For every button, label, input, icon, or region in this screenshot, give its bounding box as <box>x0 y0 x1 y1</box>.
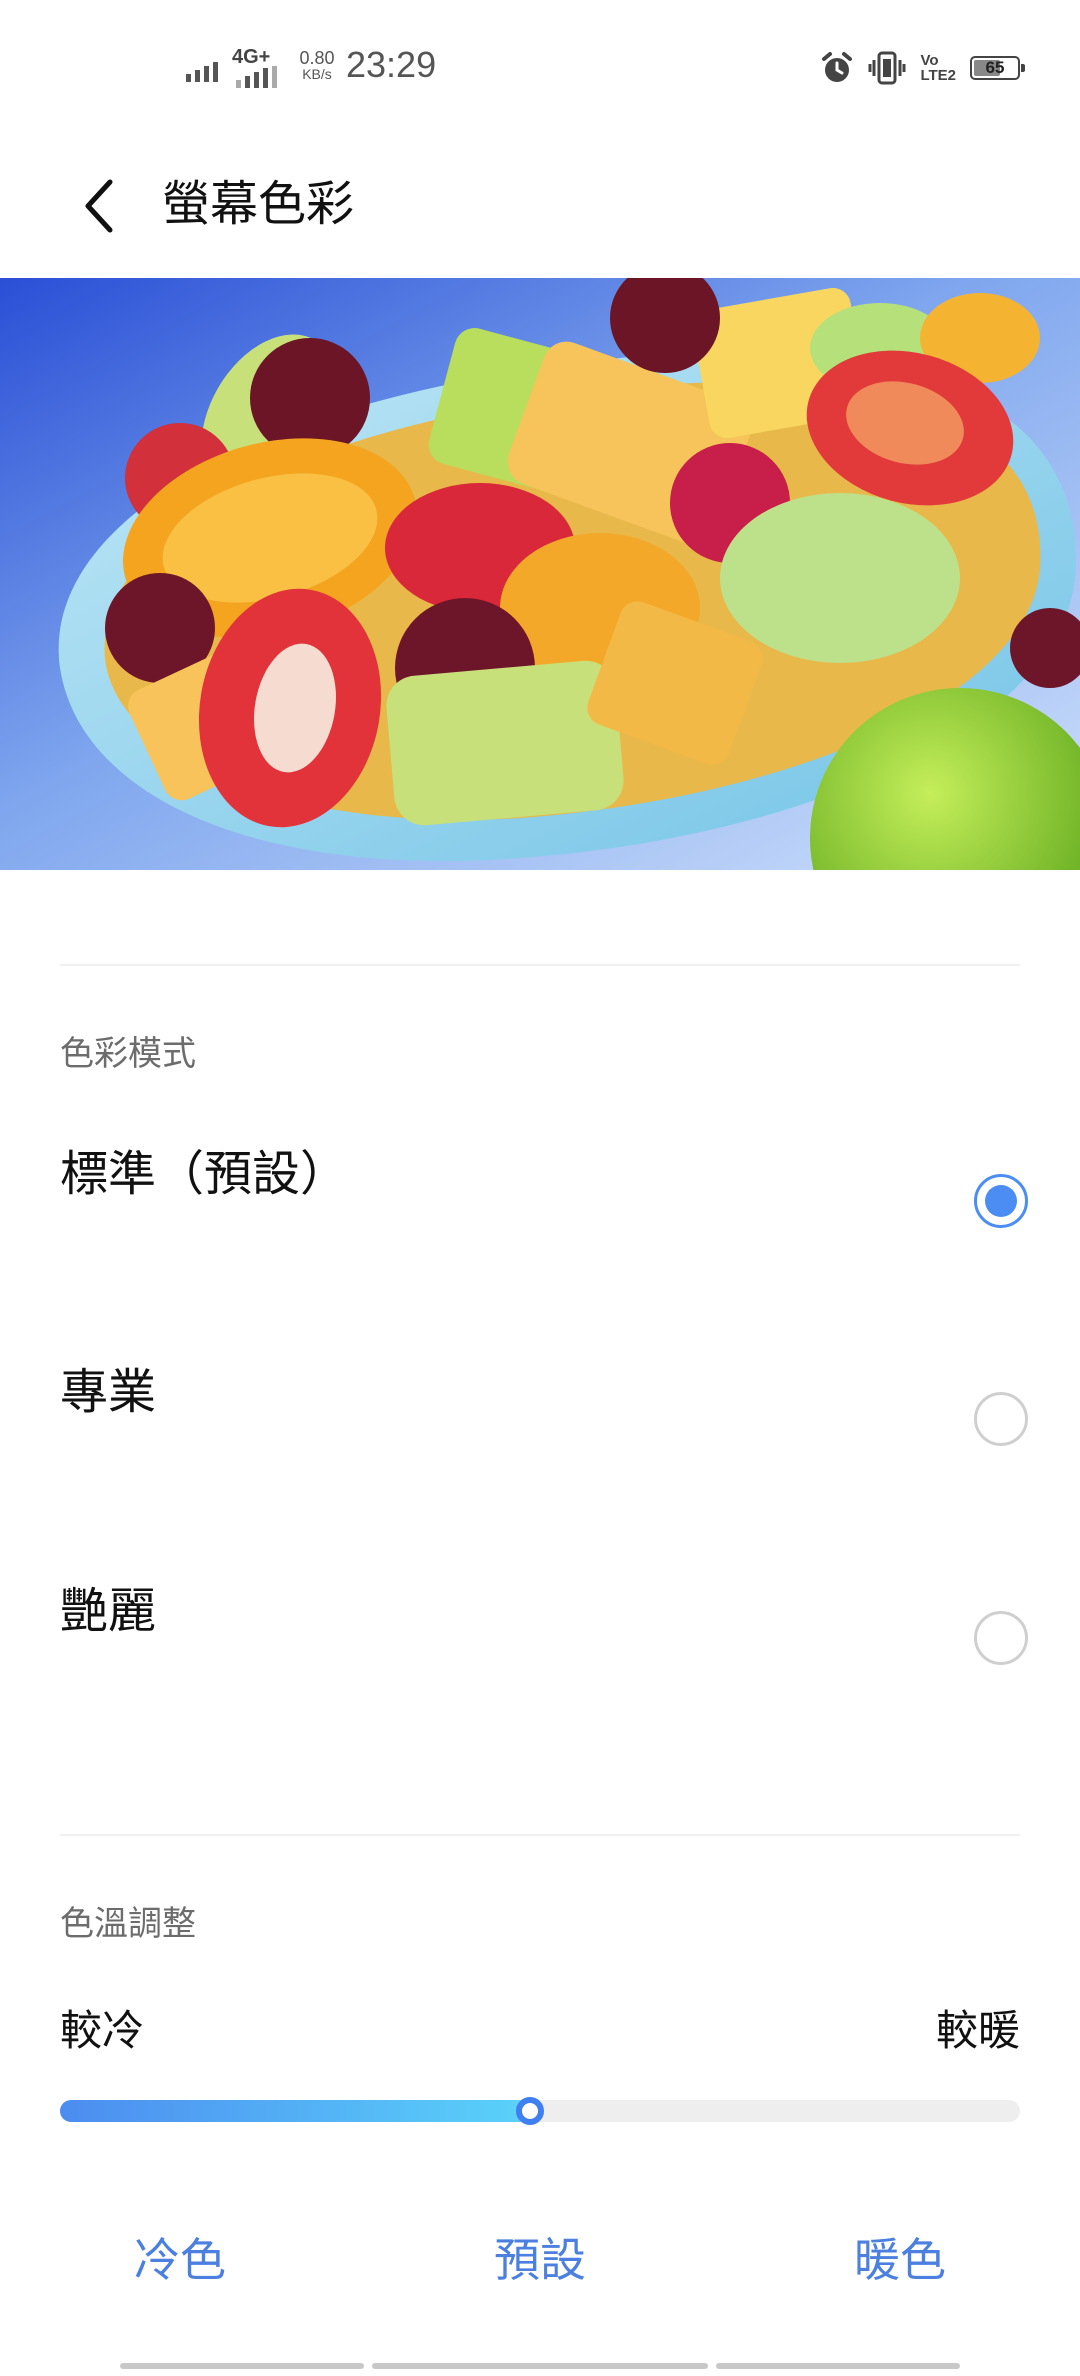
nav-indicator-center <box>372 2363 708 2369</box>
divider <box>60 964 1020 966</box>
back-button[interactable] <box>60 156 140 256</box>
alarm-icon <box>822 52 853 82</box>
page-title: 螢幕色彩 <box>162 176 355 232</box>
nav-indicator-right <box>716 2363 960 2369</box>
radio-standard[interactable] <box>974 1174 1028 1228</box>
preview-image <box>0 278 1080 870</box>
color-temperature-slider[interactable] <box>60 2097 1020 2125</box>
option-professional[interactable]: 專業 <box>0 1330 1080 1548</box>
option-label: 標準（預設） <box>60 1146 349 1202</box>
option-label: 專業 <box>60 1364 157 1420</box>
slider-thumb[interactable] <box>516 2097 545 2125</box>
warm-preset-button[interactable]: 暖色 <box>790 2220 1010 2300</box>
chevron-left-icon <box>85 179 113 233</box>
cool-preset-button[interactable]: 冷色 <box>70 2220 290 2300</box>
speed-unit: KB/s <box>302 66 332 82</box>
default-preset-button[interactable]: 預設 <box>430 2220 650 2300</box>
network-speed: 0.80 KB/s <box>296 48 338 82</box>
volte-line2: LTE2 <box>920 67 956 84</box>
divider <box>60 1834 1020 1836</box>
option-standard[interactable]: 標準（預設） <box>0 1112 1080 1330</box>
radio-professional[interactable] <box>974 1392 1028 1446</box>
screen: 4G+ 0.80 KB/s 23:29 Vo LTE2 65 螢幕色彩 色彩模式… <box>0 0 1080 2376</box>
battery-level: 65 <box>985 58 1005 77</box>
app-bar: 螢幕色彩 <box>0 134 1080 278</box>
fruit-salad-photo <box>0 278 1080 870</box>
volte-icon: Vo LTE2 <box>920 53 956 83</box>
nav-indicator-left <box>120 2363 364 2369</box>
speed-value: 0.80 <box>299 48 335 68</box>
clock: 23:29 <box>346 44 437 85</box>
section-header-color-temperature: 色溫調整 <box>60 1904 196 1944</box>
warmer-label: 較暖 <box>935 2006 1020 2055</box>
section-header-color-mode: 色彩模式 <box>60 1034 196 1074</box>
battery-icon: 65 <box>970 56 1025 80</box>
status-icons: Vo LTE2 65 <box>820 48 1025 88</box>
signal-icon <box>186 62 218 82</box>
radio-vivid[interactable] <box>974 1611 1028 1665</box>
option-vivid[interactable]: 艷麗 <box>0 1549 1080 1767</box>
cooler-label: 較冷 <box>60 2006 145 2055</box>
slider-fill <box>60 2100 531 2122</box>
vibrate-icon <box>868 51 906 85</box>
option-label: 艷麗 <box>60 1583 157 1639</box>
status-bar: 4G+ 0.80 KB/s 23:29 Vo LTE2 65 <box>0 0 1080 134</box>
